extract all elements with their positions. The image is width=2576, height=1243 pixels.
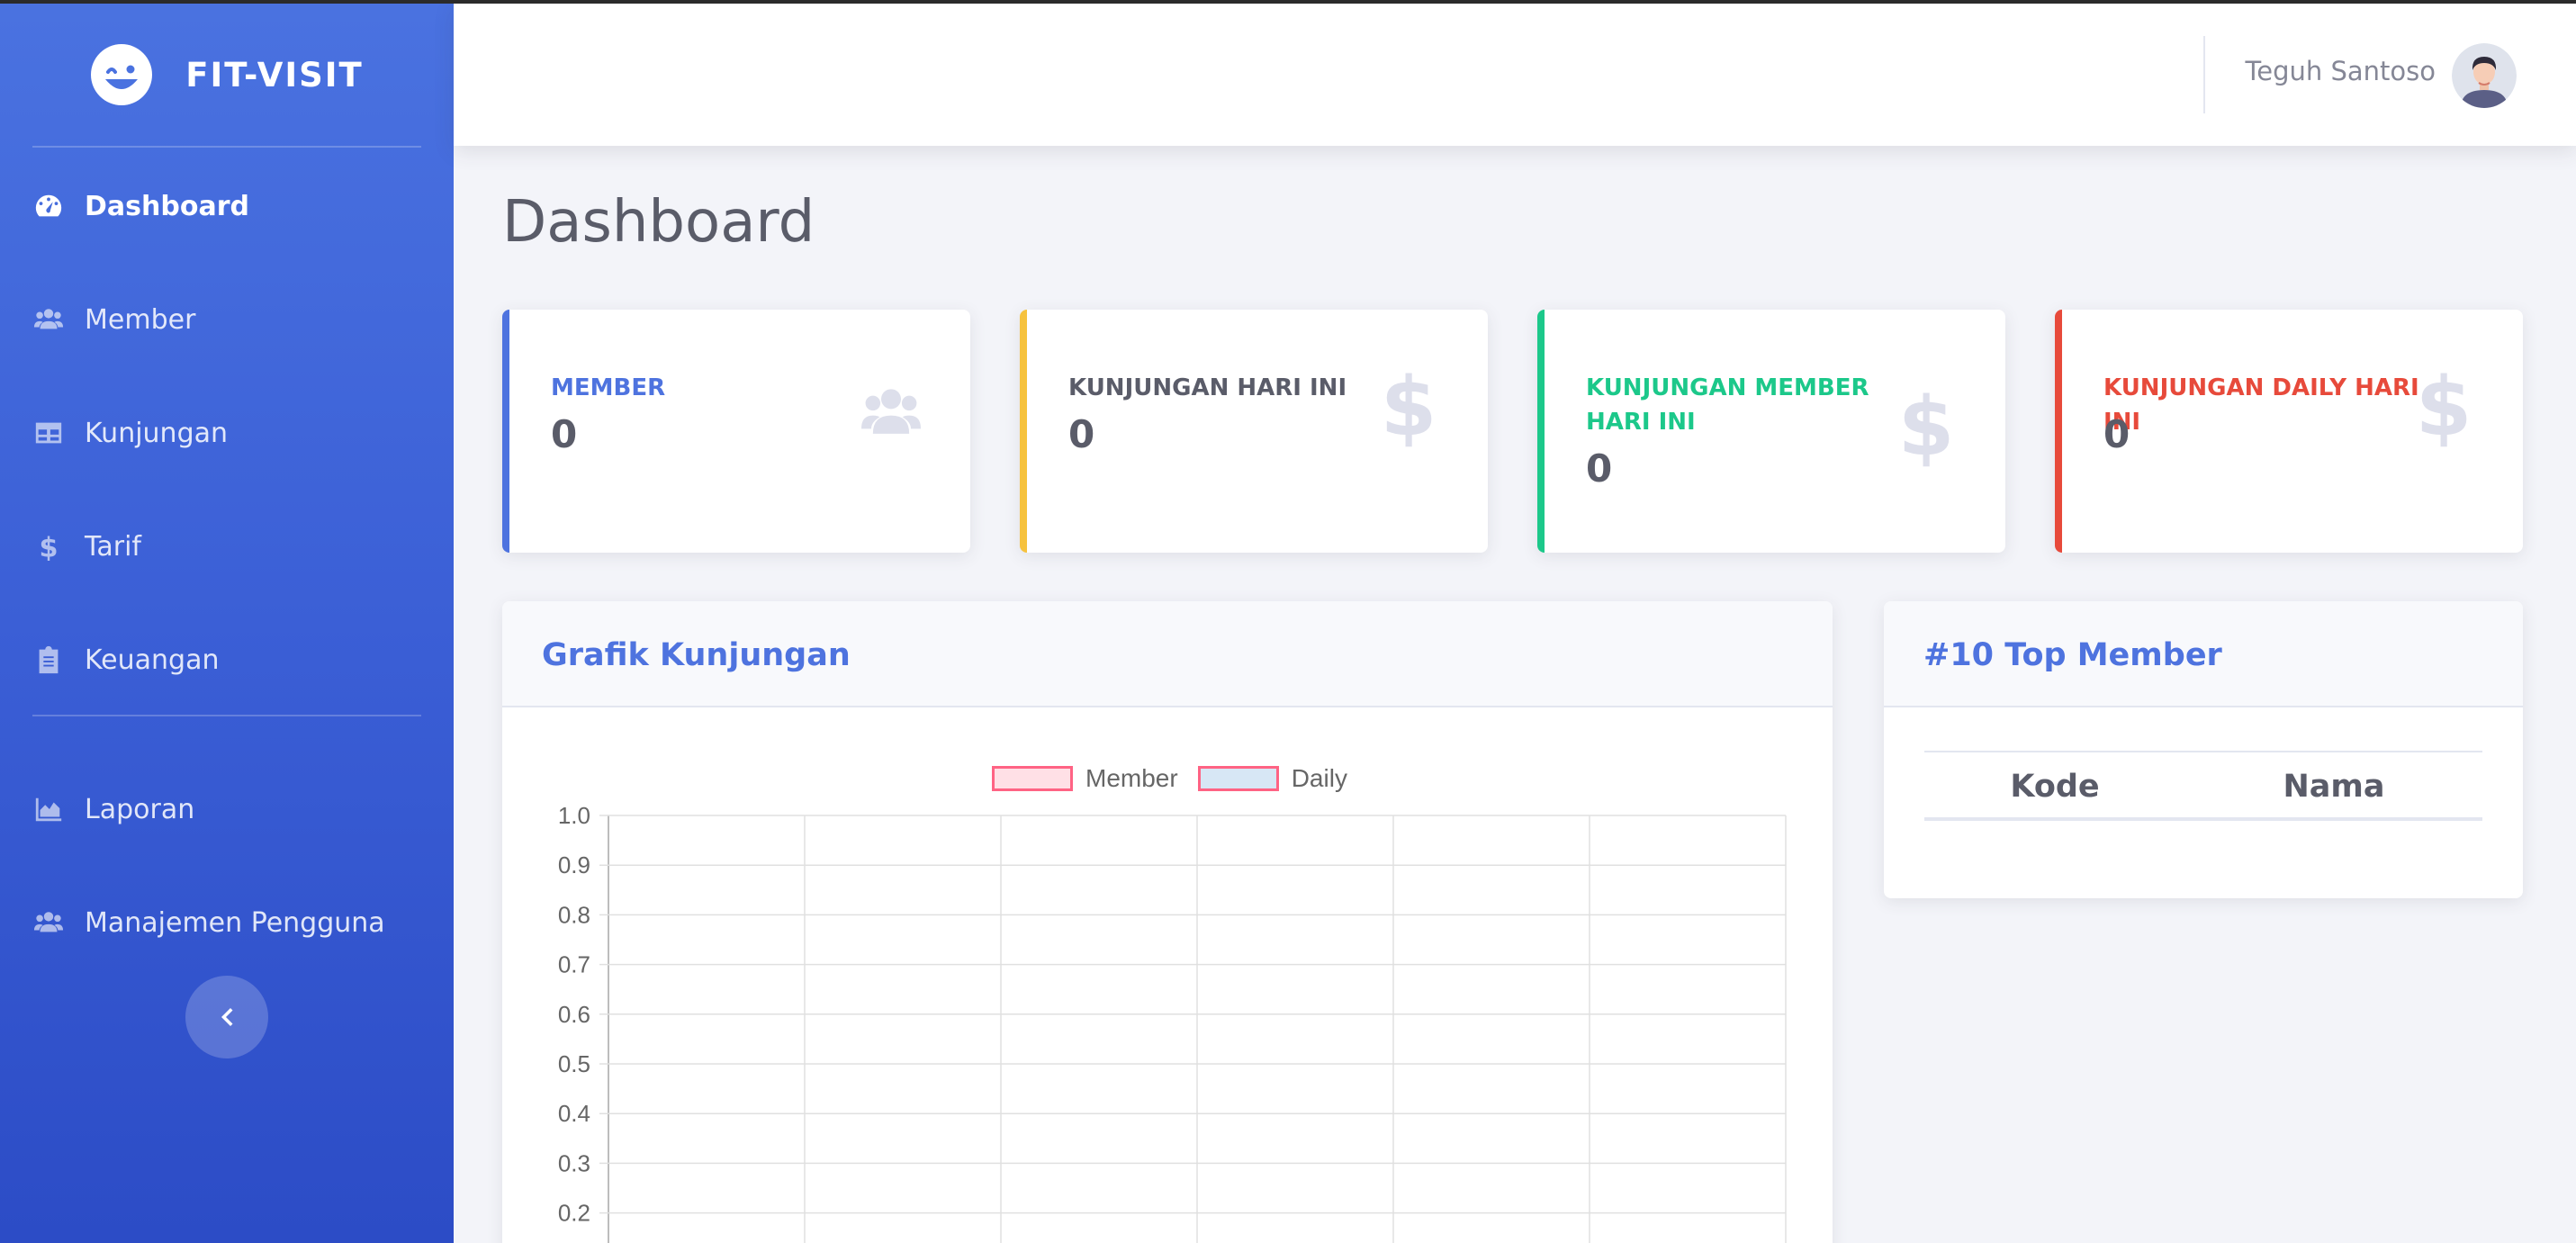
y-tick-label: 0.2 [558, 1200, 590, 1227]
chart-legend: Member Daily [992, 764, 1347, 793]
stat-label: KUNJUNGAN HARI INI [1068, 374, 1347, 401]
svg-text:$: $ [2417, 370, 2471, 447]
y-tick-label: 0.7 [558, 951, 590, 978]
sidebar-item-dashboard[interactable]: Dashboard [0, 175, 454, 238]
stat-label: MEMBER [551, 374, 666, 401]
stat-value: 0 [551, 412, 578, 456]
svg-text:$: $ [1382, 370, 1436, 447]
top-member-card-title: #10 Top Member [1923, 637, 2222, 673]
page-title: Dashboard [502, 189, 815, 256]
y-tick-label: 0.3 [558, 1149, 590, 1176]
dollar-icon: $ [2402, 370, 2485, 447]
sidebar-toggle-button[interactable] [185, 976, 268, 1058]
app-window: FIT-VISIT Dashboard Member Kunjungan $ T… [0, 4, 2576, 1243]
y-tick-label: 0.6 [558, 1001, 590, 1028]
top-member-card-header: #10 Top Member [1884, 601, 2523, 707]
sidebar: FIT-VISIT Dashboard Member Kunjungan $ T… [0, 4, 454, 1243]
laugh-wink-logo-icon [91, 44, 153, 105]
top-member-card: #10 Top Member [1884, 601, 2523, 898]
table-icon [32, 417, 65, 449]
sidebar-item-label: Manajemen Pengguna [85, 906, 385, 939]
legend-swatch [992, 766, 1073, 791]
user-avatar-icon [2452, 43, 2517, 108]
topbar-divider [2203, 36, 2205, 113]
sidebar-item-tarif[interactable]: $ Tarif [0, 515, 454, 578]
sidebar-item-label: Member [85, 303, 196, 336]
svg-text:$: $ [1899, 390, 1953, 467]
brand[interactable]: FIT-VISIT [0, 4, 454, 146]
sidebar-item-laporan[interactable]: Laporan [0, 778, 454, 841]
table-top-border [1924, 751, 2482, 752]
stat-card-kunjungan-daily-hari-ini: KUNJUNGAN DAILY HARI INI 0 $ [2055, 310, 2523, 553]
y-tick-label: 0.9 [558, 851, 590, 878]
stat-value: 0 [2103, 412, 2130, 456]
chart-card-title: Grafik Kunjungan [542, 637, 851, 673]
y-tick-label: 0.4 [558, 1100, 590, 1127]
stat-value: 0 [1586, 446, 1613, 491]
dollar-icon: $ [1885, 390, 1968, 467]
column-header-nama[interactable]: Nama [2194, 769, 2473, 805]
sidebar-item-manajemen-pengguna[interactable]: Manajemen Pengguna [0, 891, 454, 954]
brand-name: FIT-VISIT [185, 55, 364, 95]
line-chart: 1.0 0.9 0.8 0.7 0.6 0.5 0.4 0.3 0.2 [558, 802, 1787, 1243]
legend-item-daily[interactable]: Daily [1197, 764, 1347, 793]
chart-card-header: Grafik Kunjungan [502, 601, 1833, 707]
stat-value: 0 [1068, 412, 1095, 456]
legend-label: Daily [1291, 764, 1347, 792]
user-name[interactable]: Teguh Santoso [2245, 56, 2436, 86]
topbar: Teguh Santoso [454, 4, 2576, 146]
stat-card-kunjungan-hari-ini: KUNJUNGAN HARI INI 0 $ [1020, 310, 1488, 553]
sidebar-divider [32, 146, 421, 148]
legend-label: Member [1085, 764, 1178, 792]
sidebar-item-label: Dashboard [85, 190, 249, 222]
table-header-border [1924, 817, 2482, 821]
dollar-icon: $ [32, 530, 65, 563]
y-tick-label: 1.0 [558, 802, 590, 829]
tachometer-icon [32, 190, 65, 222]
stat-card-kunjungan-member-hari-ini: KUNJUNGAN MEMBER HARI INI 0 $ [1537, 310, 2005, 553]
dollar-icon: $ [1367, 370, 1450, 447]
legend-swatch [1197, 766, 1279, 791]
users-icon [32, 906, 65, 939]
stat-label: KUNJUNGAN DAILY HARI INI [2103, 374, 2419, 436]
y-tick-label: 0.8 [558, 901, 590, 928]
clipboard-icon [32, 644, 65, 676]
stat-label: KUNJUNGAN MEMBER HARI INI [1586, 374, 1869, 436]
sidebar-item-label: Keuangan [85, 644, 220, 676]
y-tick-label: 0.5 [558, 1050, 590, 1077]
chevron-left-icon [221, 1008, 233, 1026]
sidebar-item-kunjungan[interactable]: Kunjungan [0, 401, 454, 464]
stat-card-member: MEMBER 0 [502, 310, 970, 553]
avatar[interactable] [2452, 43, 2517, 108]
sidebar-item-label: Tarif [85, 530, 141, 563]
legend-item-member[interactable]: Member [992, 764, 1178, 793]
sidebar-divider [32, 715, 421, 716]
sidebar-item-member[interactable]: Member [0, 288, 454, 351]
sidebar-item-keuangan[interactable]: Keuangan [0, 628, 454, 691]
svg-text:$: $ [39, 532, 58, 562]
users-icon [32, 303, 65, 336]
column-header-kode[interactable]: Kode [1924, 769, 2185, 805]
chart-area-icon [32, 793, 65, 825]
sidebar-item-label: Kunjungan [85, 417, 229, 449]
users-icon [850, 376, 932, 448]
sidebar-item-label: Laporan [85, 793, 195, 825]
